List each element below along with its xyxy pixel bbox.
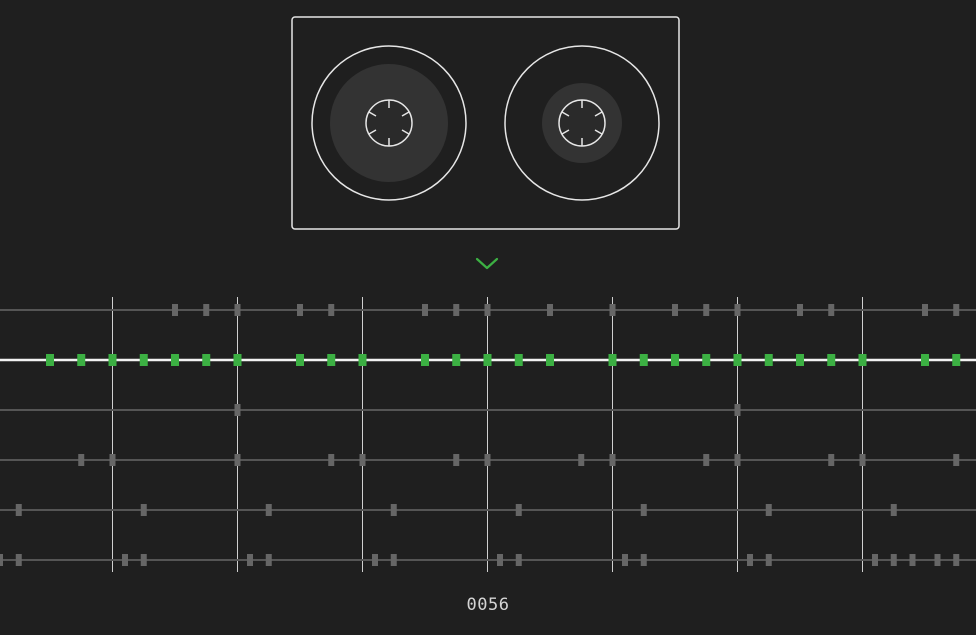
note-marker[interactable] [952,354,961,366]
note-marker[interactable] [171,354,179,366]
note-marker[interactable] [484,454,491,466]
note-marker[interactable] [827,354,836,366]
note-marker[interactable] [515,554,522,566]
note-marker[interactable] [734,404,741,416]
note-marker[interactable] [547,304,553,316]
note-marker[interactable] [764,354,773,366]
note-marker[interactable] [15,554,22,566]
note-marker[interactable] [247,554,253,566]
note-marker[interactable] [703,454,710,466]
note-marker[interactable] [484,304,491,316]
note-marker[interactable] [890,504,897,516]
note-marker[interactable] [640,554,647,566]
note-marker[interactable] [140,554,147,566]
note-marker[interactable] [609,454,616,466]
note-marker[interactable] [139,354,148,366]
note-marker[interactable] [578,454,585,466]
note-marker[interactable] [390,554,397,566]
note-marker[interactable] [622,554,628,566]
note-marker[interactable] [0,554,3,566]
note-marker[interactable] [909,554,916,566]
note-marker[interactable] [297,304,303,316]
note-marker[interactable] [765,504,772,516]
note-marker[interactable] [202,354,211,366]
note-marker[interactable] [422,304,428,316]
note-marker[interactable] [359,454,366,466]
note-marker[interactable] [327,354,336,366]
note-marker[interactable] [514,354,523,366]
note-marker[interactable] [140,504,147,516]
note-marker[interactable] [796,354,804,366]
note-marker[interactable] [671,354,679,366]
note-marker[interactable] [765,554,772,566]
note-marker[interactable] [797,304,803,316]
note-marker[interactable] [546,354,554,366]
note-marker[interactable] [890,554,897,566]
note-marker[interactable] [702,354,711,366]
note-marker[interactable] [265,554,272,566]
note-marker[interactable] [953,454,960,466]
note-marker[interactable] [328,454,335,466]
note-marker[interactable] [497,554,503,566]
note-marker[interactable] [922,304,928,316]
note-marker[interactable] [608,354,617,366]
note-marker[interactable] [703,304,710,316]
note-marker[interactable] [733,354,742,366]
note-marker[interactable] [421,354,429,366]
note-marker[interactable] [859,454,866,466]
note-marker[interactable] [77,354,86,366]
note-marker[interactable] [639,354,648,366]
note-marker[interactable] [828,304,835,316]
note-marker[interactable] [858,354,867,366]
note-marker[interactable] [672,304,678,316]
note-marker[interactable] [483,354,492,366]
note-marker[interactable] [109,454,116,466]
note-marker[interactable] [747,554,753,566]
note-marker[interactable] [734,454,741,466]
note-marker[interactable] [872,554,878,566]
note-marker[interactable] [234,454,241,466]
note-marker[interactable] [953,304,960,316]
note-marker[interactable] [609,304,616,316]
note-marker[interactable] [265,504,272,516]
note-marker[interactable] [233,354,242,366]
note-marker[interactable] [328,304,335,316]
note-marker[interactable] [921,354,929,366]
note-marker[interactable] [203,304,210,316]
note-marker[interactable] [453,454,460,466]
note-marker[interactable] [934,554,941,566]
note-marker[interactable] [15,504,22,516]
note-marker[interactable] [390,504,397,516]
note-marker[interactable] [46,354,54,366]
note-marker[interactable] [234,404,241,416]
position-counter: 0056 [466,595,510,615]
note-marker[interactable] [234,304,241,316]
note-marker[interactable] [78,454,85,466]
note-marker[interactable] [452,354,461,366]
note-marker[interactable] [108,354,117,366]
note-marker[interactable] [296,354,304,366]
note-marker[interactable] [515,504,522,516]
note-marker[interactable] [372,554,378,566]
sequencer[interactable] [0,0,976,590]
note-marker[interactable] [358,354,367,366]
note-marker[interactable] [122,554,128,566]
note-marker[interactable] [734,304,741,316]
note-marker[interactable] [828,454,835,466]
note-marker[interactable] [953,554,960,566]
note-marker[interactable] [640,504,647,516]
note-marker[interactable] [453,304,460,316]
note-marker[interactable] [172,304,178,316]
